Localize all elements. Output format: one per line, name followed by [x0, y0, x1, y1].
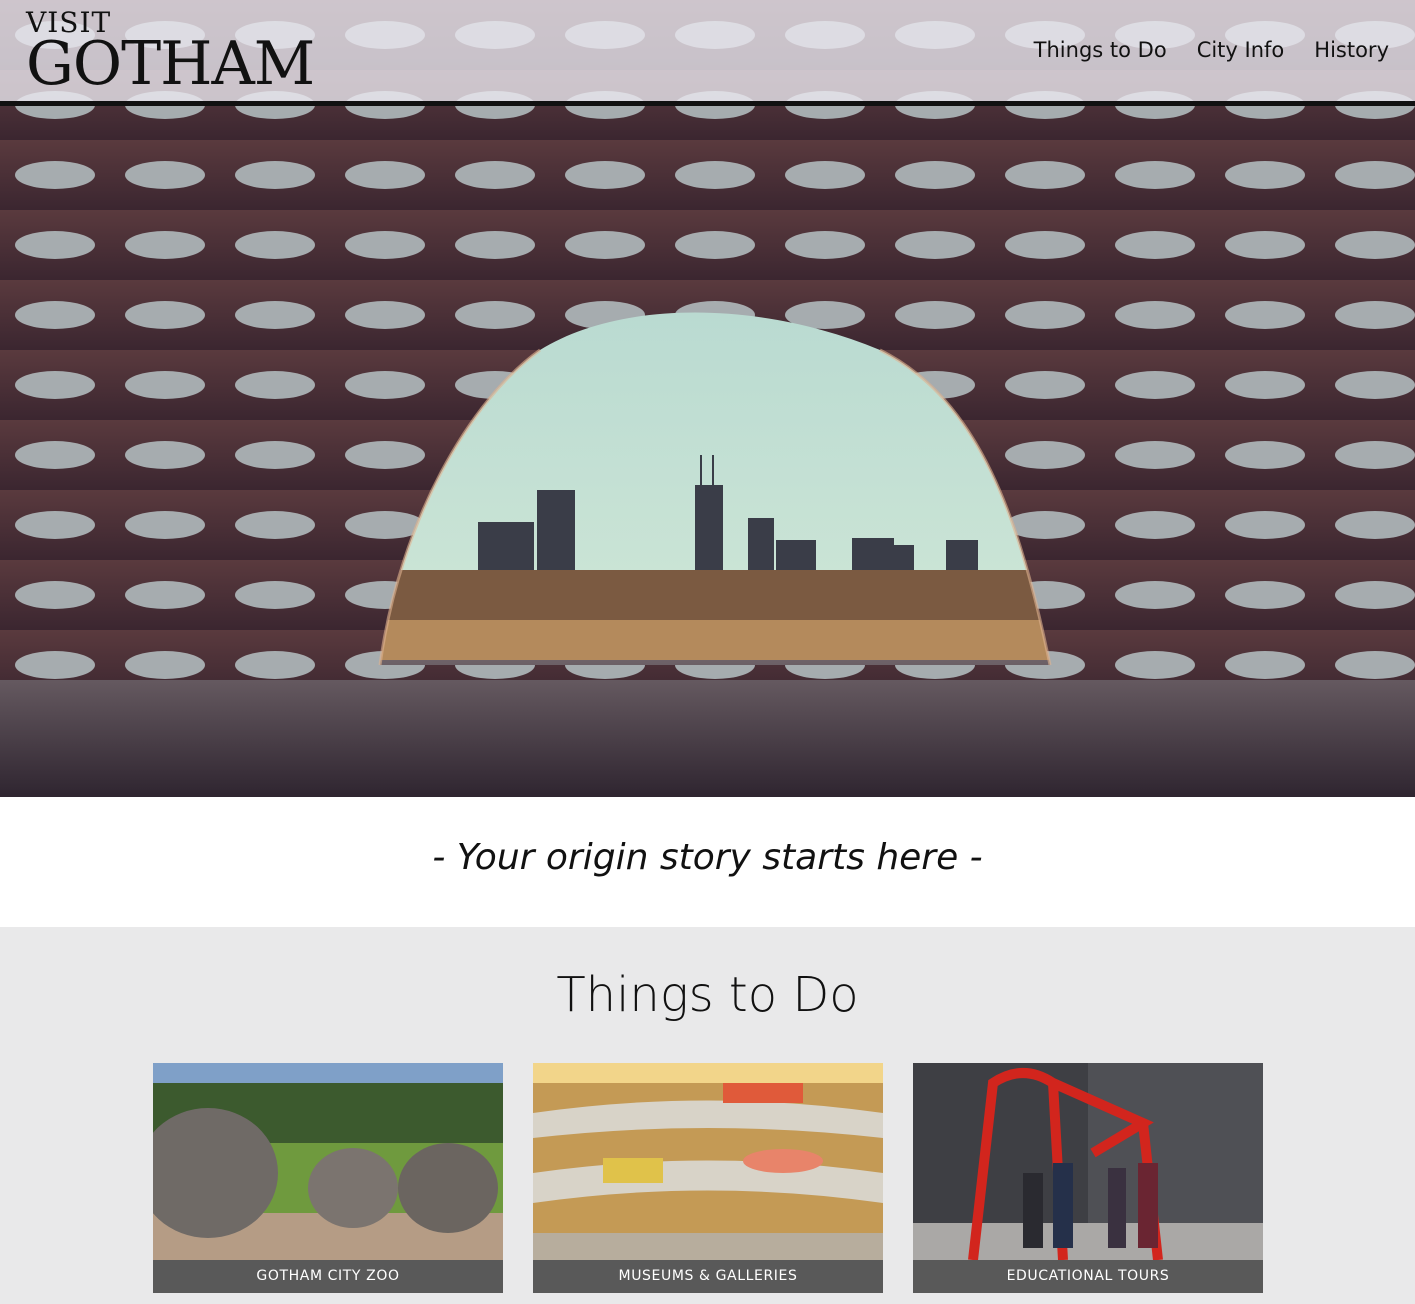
- hero-photo: [0, 0, 1415, 797]
- logo-city-text: GOTHAM: [26, 29, 315, 99]
- museum-photo: [533, 1063, 883, 1260]
- card-museums[interactable]: MUSEUMS & GALLERIES: [533, 1063, 883, 1293]
- tagline: - Your origin story starts here -: [432, 837, 983, 878]
- site-header: VISIT GOTHAM Things to Do City Info Hist…: [0, 0, 1415, 106]
- site-logo[interactable]: VISIT GOTHAM: [26, 9, 315, 99]
- card-label: GOTHAM CITY ZOO: [153, 1260, 503, 1293]
- sculpture-tour-photo: [913, 1063, 1263, 1260]
- section-title: Things to Do: [556, 967, 859, 1023]
- main-nav: Things to Do City Info History: [1034, 38, 1389, 62]
- nav-things-to-do[interactable]: Things to Do: [1034, 38, 1167, 62]
- card-label: EDUCATIONAL TOURS: [913, 1260, 1263, 1293]
- rhinos-photo: [153, 1063, 503, 1260]
- things-to-do-section: Things to Do GOTHAM CITY ZOO MUSEUMS & G…: [0, 927, 1415, 1304]
- card-list: GOTHAM CITY ZOO MUSEUMS & GALLERIES EDUC…: [153, 1063, 1263, 1293]
- nav-history[interactable]: History: [1314, 38, 1389, 62]
- card-tours[interactable]: EDUCATIONAL TOURS: [913, 1063, 1263, 1293]
- hero-image: [0, 0, 1415, 797]
- tagline-section: - Your origin story starts here -: [0, 797, 1415, 927]
- card-zoo[interactable]: GOTHAM CITY ZOO: [153, 1063, 503, 1293]
- nav-city-info[interactable]: City Info: [1197, 38, 1285, 62]
- card-label: MUSEUMS & GALLERIES: [533, 1260, 883, 1293]
